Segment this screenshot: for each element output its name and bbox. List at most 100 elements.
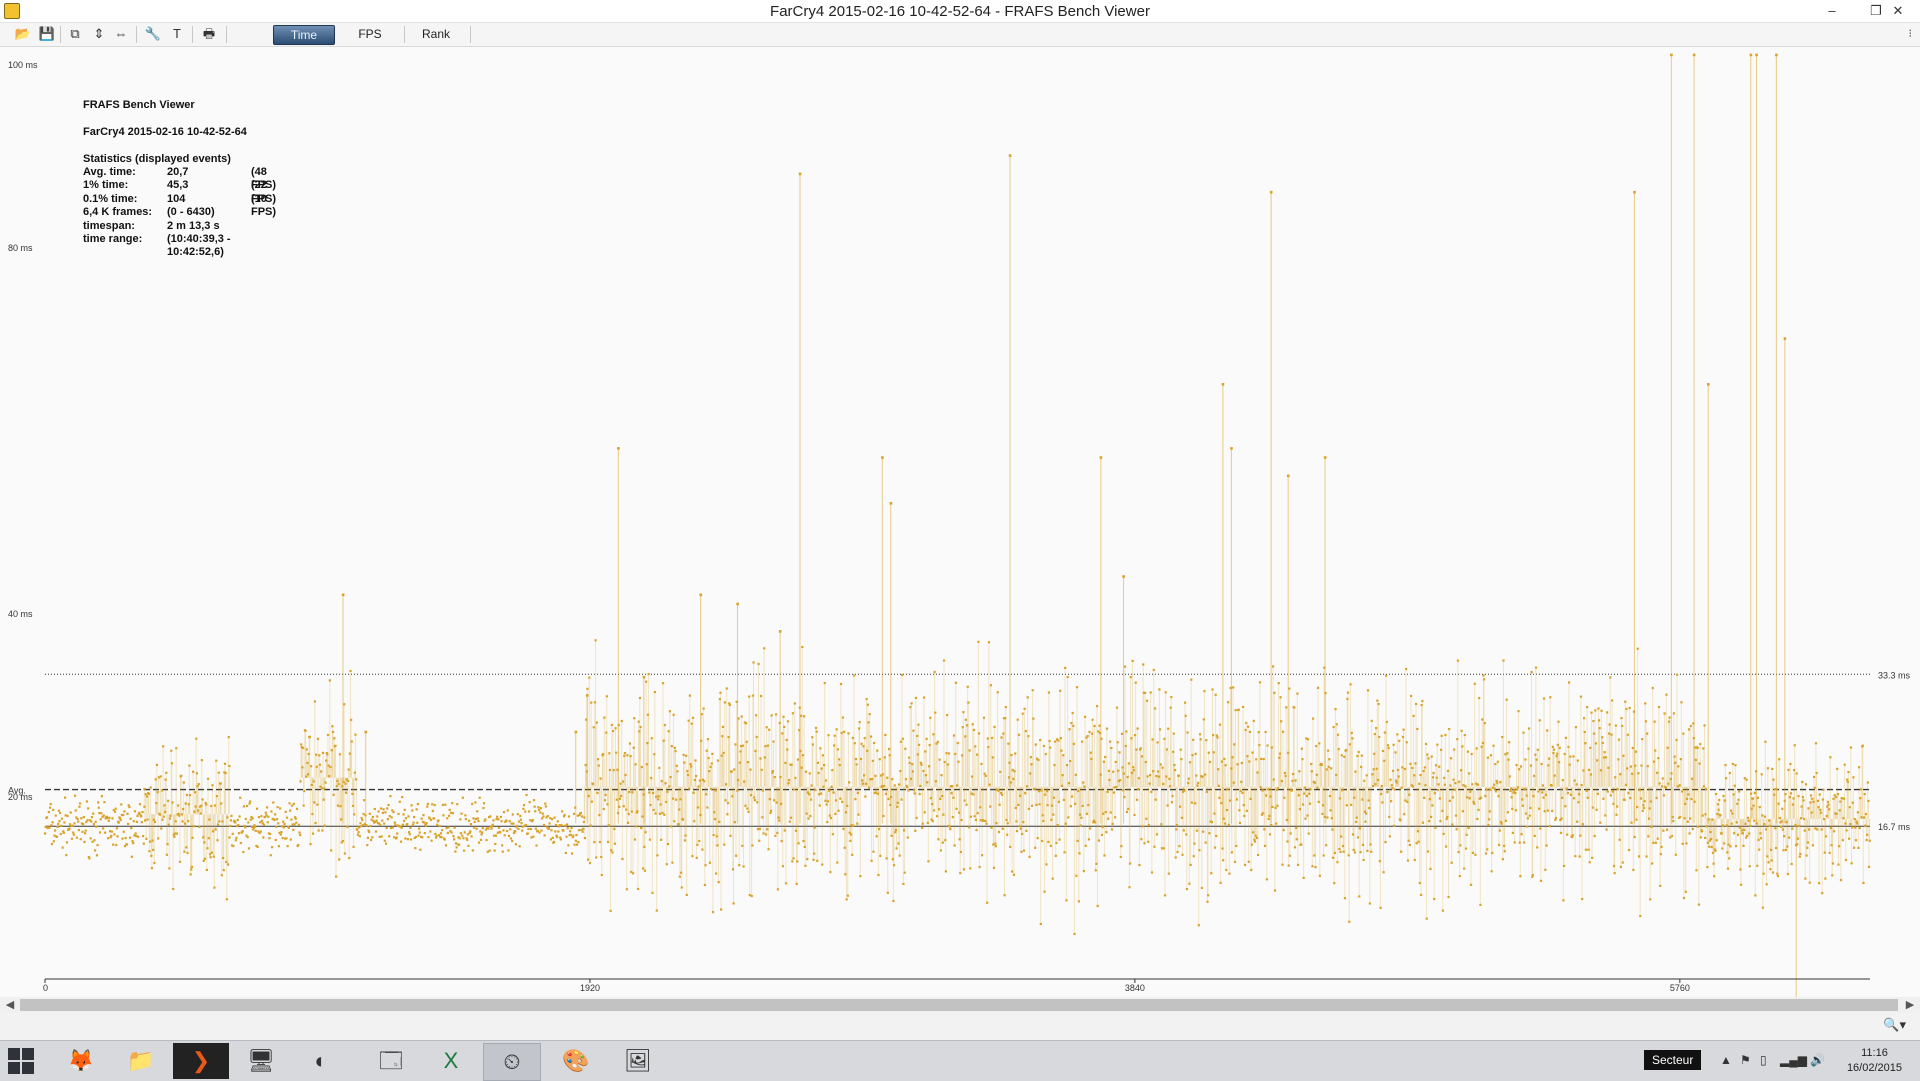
frametime-point: [792, 712, 794, 714]
tab-rank[interactable]: Rank: [406, 25, 466, 43]
frametime-point: [1272, 665, 1274, 667]
frametime-point: [1551, 810, 1553, 812]
frametime-point: [992, 843, 994, 845]
frametime-point: [1508, 741, 1510, 743]
frametime-point: [1527, 817, 1529, 819]
frametime-point: [608, 752, 610, 754]
frametime-point: [898, 783, 900, 785]
frametime-point: [858, 727, 860, 729]
fit-horizontal-icon[interactable]: ⇔: [112, 26, 130, 42]
frametime-point: [1464, 785, 1466, 787]
frametime-point: [1462, 784, 1464, 786]
frametime-point: [846, 805, 848, 807]
frametime-point: [577, 815, 579, 817]
tab-time[interactable]: Time: [273, 25, 335, 45]
frametime-point: [537, 830, 539, 832]
frametime-point: [1537, 749, 1539, 751]
frametime-point: [954, 844, 956, 846]
fit-vertical-icon[interactable]: ⇕: [90, 26, 108, 42]
frametime-point: [801, 646, 803, 648]
frametime-point: [367, 837, 369, 839]
frametime-point: [794, 777, 796, 779]
frametime-point: [646, 742, 648, 744]
frametime-point: [149, 841, 151, 843]
frametime-point: [472, 849, 474, 851]
frametime-point: [63, 821, 65, 823]
frametime-point: [1627, 792, 1629, 794]
frametime-point: [572, 835, 574, 837]
frametime-point: [1180, 758, 1182, 760]
frametime-chart[interactable]: 100 ms80 ms40 ms20 ms33.3 msAvg.16.7 ms0…: [0, 47, 1920, 997]
frametime-point: [1263, 828, 1265, 830]
frametime-point: [544, 834, 546, 836]
frametime-point: [353, 846, 355, 848]
frametime-point: [336, 785, 338, 787]
toolbar-overflow-button[interactable]: ⁝: [1909, 27, 1913, 40]
frametime-point: [1004, 717, 1006, 719]
frametime-point: [108, 817, 110, 819]
frametime-point: [525, 824, 527, 826]
frametime-point: [1624, 701, 1626, 703]
close-button[interactable]: ✕: [1876, 0, 1920, 22]
frametime-point: [598, 814, 600, 816]
copy-icon[interactable]: ⧉: [66, 26, 84, 42]
text-icon[interactable]: T: [168, 26, 186, 42]
frametime-point: [492, 824, 494, 826]
frametime-point: [1591, 857, 1593, 859]
open-folder-icon[interactable]: 📂: [14, 26, 32, 42]
frametime-point: [57, 823, 59, 825]
save-icon[interactable]: 💾: [38, 26, 56, 42]
frametime-point: [80, 838, 82, 840]
frametime-point: [1691, 778, 1693, 780]
frametime-point: [872, 760, 874, 762]
frametime-point: [723, 752, 725, 754]
frametime-point: [136, 821, 138, 823]
frametime-point: [1352, 833, 1354, 835]
frametime-point: [719, 698, 721, 700]
frametime-point: [1043, 745, 1045, 747]
frametime-point: [1025, 830, 1027, 832]
frametime-point: [1421, 704, 1423, 706]
frametime-point: [155, 778, 157, 780]
frametime-point: [1416, 842, 1418, 844]
frametime-point: [912, 730, 914, 732]
minimize-button[interactable]: –: [1810, 0, 1854, 22]
frametime-point: [634, 763, 636, 765]
frametime-point: [837, 748, 839, 750]
frametime-plot[interactable]: 100 ms80 ms40 ms20 ms33.3 msAvg.16.7 ms0…: [0, 47, 1920, 997]
frametime-point: [585, 764, 587, 766]
frametime-point: [1327, 750, 1329, 752]
frametime-point: [927, 860, 929, 862]
print-icon[interactable]: 🖶: [200, 26, 218, 42]
frametime-point: [218, 820, 220, 822]
frametime-point: [1313, 854, 1315, 856]
frametime-point: [265, 812, 267, 814]
frametime-point: [1138, 864, 1140, 866]
frametime-point: [621, 720, 623, 722]
frametime-point: [100, 818, 102, 820]
frametime-point: [412, 822, 414, 824]
frametime-point: [76, 818, 78, 820]
frametime-point: [451, 802, 453, 804]
frametime-point: [1371, 720, 1373, 722]
frametime-point: [1158, 688, 1160, 690]
frametime-point: [1411, 767, 1413, 769]
frametime-point: [283, 823, 285, 825]
frametime-point: [1582, 769, 1584, 771]
frametime-point: [1089, 827, 1091, 829]
frametime-point: [1191, 754, 1193, 756]
frametime-point: [490, 827, 492, 829]
settings-wrench-icon[interactable]: 🔧: [144, 26, 162, 42]
frametime-point: [422, 814, 424, 816]
frametime-point: [1326, 816, 1328, 818]
frametime-point: [790, 817, 792, 819]
frametime-point: [1035, 804, 1037, 806]
frametime-point: [638, 721, 640, 723]
frametime-point: [75, 809, 77, 811]
frametime-point: [1221, 847, 1223, 849]
frametime-point: [1176, 824, 1178, 826]
frametime-point: [1507, 811, 1509, 813]
frametime-point: [539, 811, 541, 813]
tab-fps[interactable]: FPS: [340, 25, 400, 43]
frametime-point: [804, 846, 806, 848]
